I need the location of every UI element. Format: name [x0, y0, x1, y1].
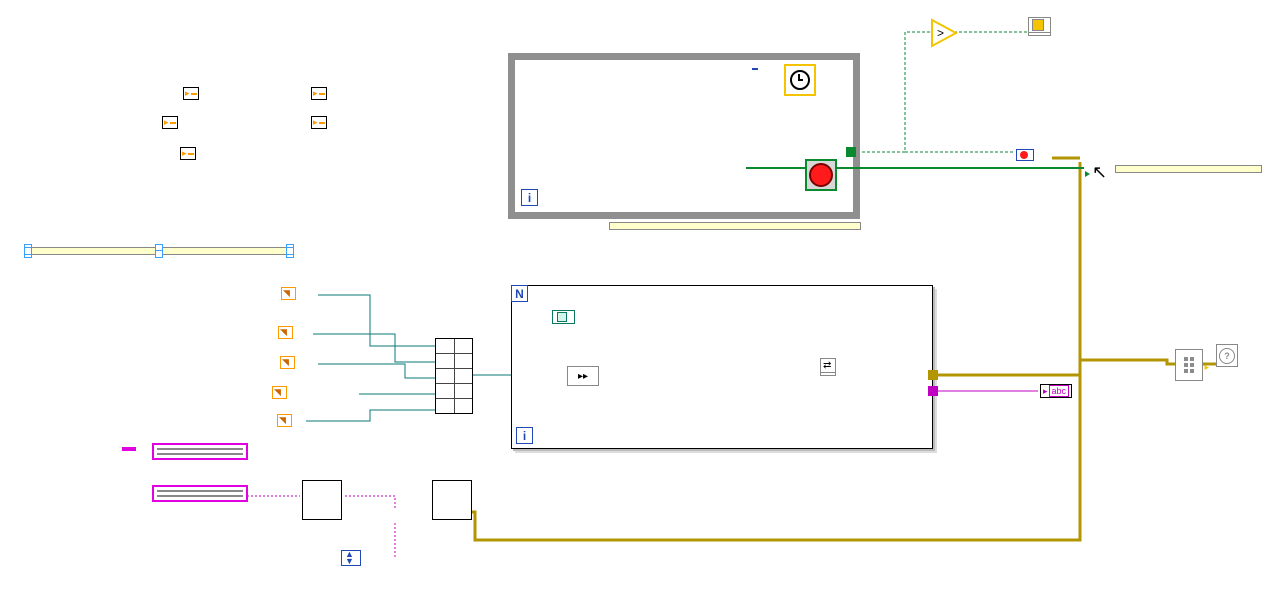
dbl-marker — [319, 122, 325, 124]
for-loop[interactable]: N i ▸▸ ⇄ — [511, 285, 933, 449]
to-more-specific-class-node[interactable]: ▸▸ — [567, 366, 599, 386]
labview-block-diagram: ▸ ▸ ▸ ▸ ▸ i > ↖ ◥ ◥ ◥ ◥ ◥ N i — [0, 0, 1287, 590]
greater-than-node[interactable]: > — [932, 20, 958, 49]
cluster-array-index[interactable] — [122, 447, 136, 451]
error-out-icon: ? — [1219, 348, 1235, 364]
loop-condition-terminal[interactable] — [805, 159, 837, 191]
stop-button-propnode[interactable] — [1028, 17, 1051, 36]
ref-array[interactable]: ◥ — [278, 326, 293, 339]
dbl-marker — [319, 93, 325, 95]
slide-terminal[interactable]: ▸ — [179, 87, 199, 100]
build-array-node[interactable] — [435, 338, 473, 414]
wait-ms-constant[interactable] — [752, 68, 758, 70]
gobject-class-icon — [557, 312, 567, 322]
svg-text:>: > — [937, 26, 944, 40]
merge-errors-node[interactable]: ▸ — [1175, 349, 1203, 381]
for-loop-error-tunnel[interactable] — [928, 370, 938, 380]
wait-ms-node[interactable] — [784, 64, 816, 96]
ref-wfchart[interactable]: ◥ — [272, 386, 287, 399]
while-loop-i[interactable]: i — [521, 189, 538, 206]
propnode-stop-value-row[interactable] — [1029, 33, 1050, 35]
classname-comment — [609, 222, 861, 230]
cluster0-value[interactable] — [157, 453, 243, 455]
scroll-gobj-subvi[interactable] — [432, 480, 472, 520]
waveform-chart-indicator[interactable]: ▸ — [311, 116, 331, 129]
dbl-marker — [170, 122, 176, 124]
gobj-propnode[interactable]: ⇄ — [820, 358, 836, 376]
stop-dot-icon — [1020, 151, 1028, 159]
gobj-propnode-classname-row[interactable] — [821, 373, 835, 375]
stop-event-comment — [1115, 165, 1262, 173]
stop-circle-icon — [809, 163, 833, 187]
for-loop-N[interactable]: N — [511, 285, 528, 302]
scroll-step-comment[interactable] — [27, 247, 291, 255]
cluster-constant-1[interactable] — [152, 485, 248, 502]
gobject-class-constant[interactable] — [552, 310, 575, 324]
cluster-constant-0[interactable] — [152, 443, 248, 460]
for-loop-i[interactable]: i — [516, 427, 533, 444]
controls-indicators-ring[interactable]: ▲▼ — [341, 550, 361, 566]
numbers-terminal[interactable]: ▸ — [158, 116, 178, 129]
ref-numbers[interactable]: ◥ — [280, 356, 295, 369]
cluster1-name-label[interactable] — [157, 490, 243, 492]
ref-numeric[interactable]: ◥ — [281, 287, 296, 300]
scroll-dt-subvi[interactable] — [302, 480, 342, 520]
propnode-header-icon — [1032, 19, 1044, 31]
comment-arrow-icon: ↖ — [1092, 163, 1107, 181]
cluster1-value[interactable] — [157, 495, 243, 497]
dbl-marker — [191, 93, 197, 95]
cluster0-name-label[interactable] — [157, 448, 243, 450]
ref-slide[interactable]: ◥ — [277, 414, 292, 427]
stop-button-tf-control[interactable] — [746, 167, 1084, 169]
scroll-gobj-body — [433, 481, 471, 519]
scroll-dt-body — [303, 481, 341, 519]
create-stop-event-vi[interactable] — [1016, 149, 1034, 161]
while-loop[interactable]: i — [508, 53, 860, 219]
error-out-indicator[interactable]: ? — [1216, 344, 1238, 367]
for-loop-string-tunnel[interactable] — [928, 386, 938, 396]
array-terminal[interactable]: ▸ — [176, 147, 196, 160]
class-names-indicator[interactable]: ▸abc — [1040, 384, 1072, 398]
dbl-marker — [188, 153, 194, 155]
while-loop-tunnel-right[interactable] — [846, 147, 856, 157]
numeric-indicator[interactable]: ▸ — [311, 87, 331, 100]
